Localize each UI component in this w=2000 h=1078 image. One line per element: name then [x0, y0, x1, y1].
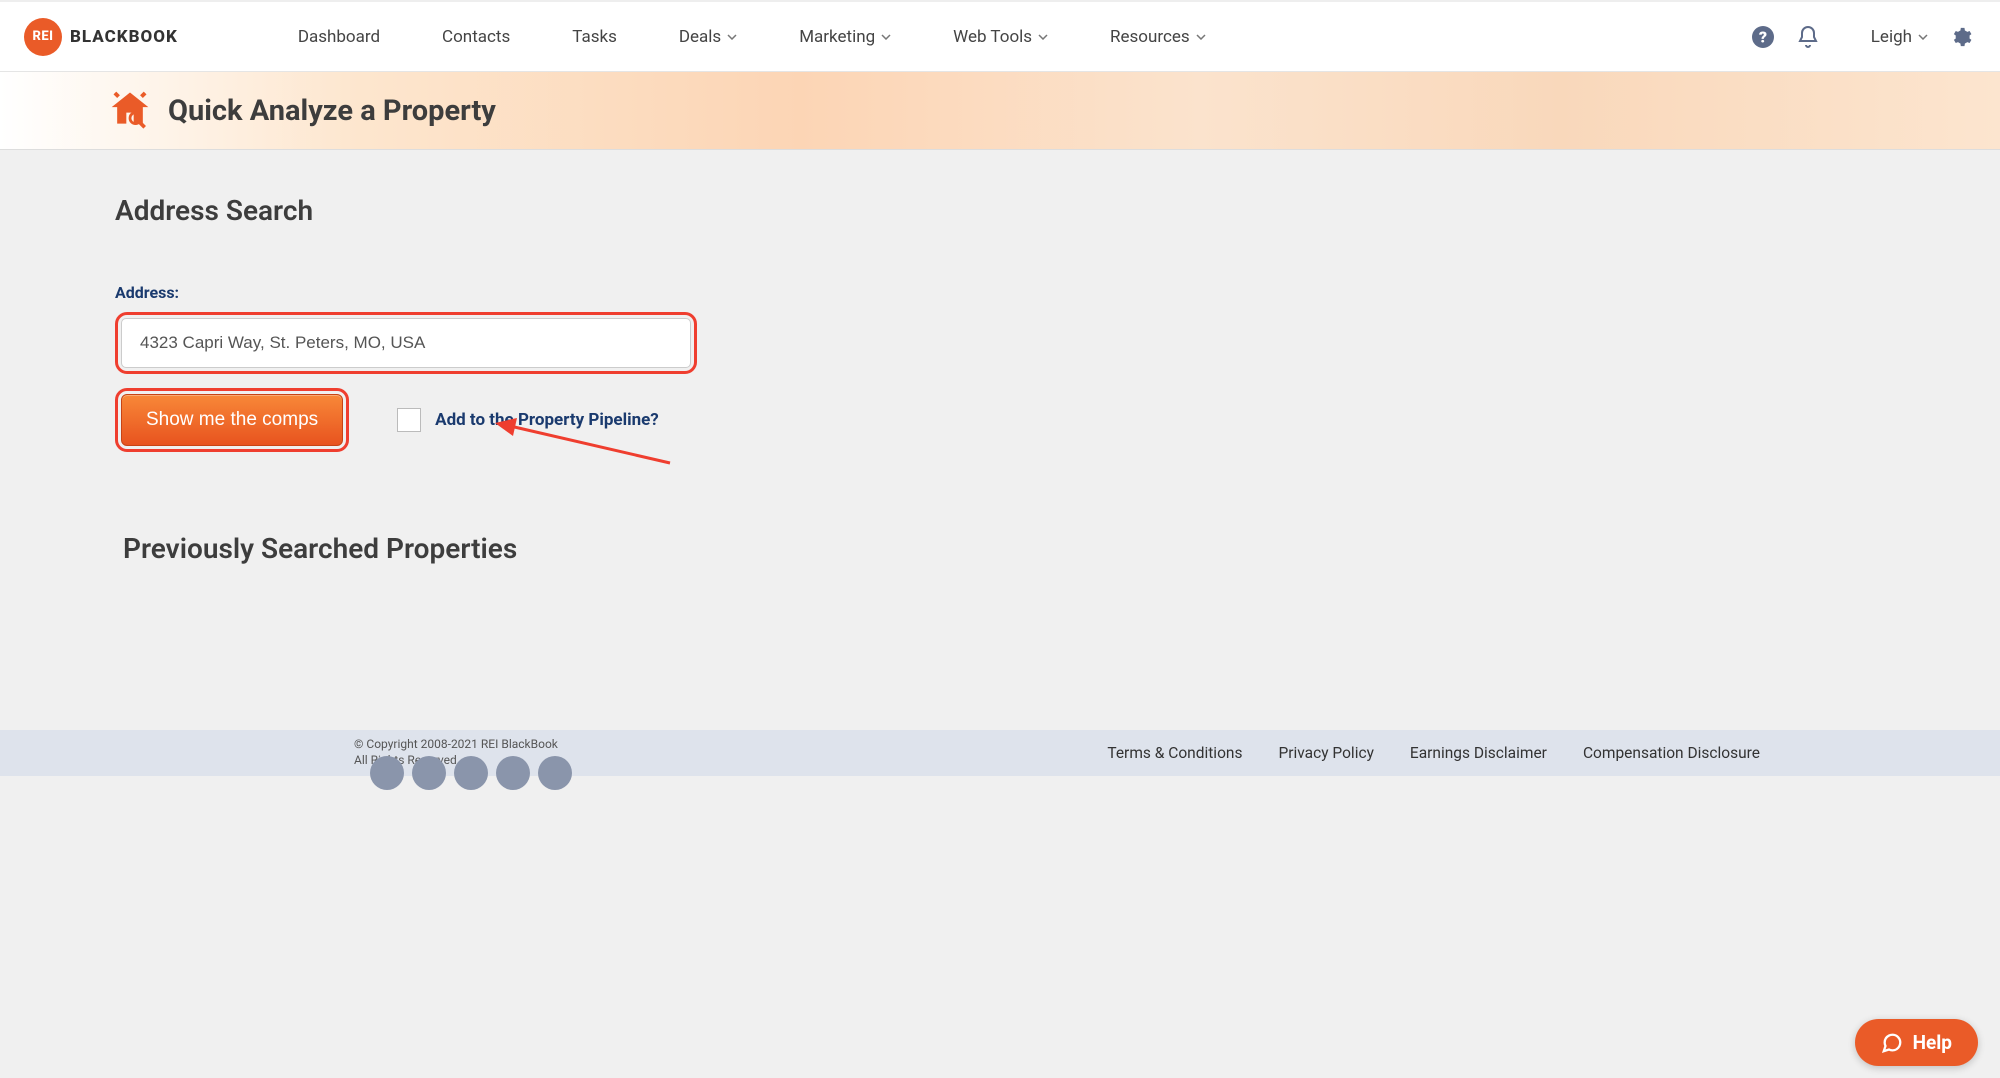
social-icon[interactable] — [496, 756, 530, 790]
pipeline-checkbox[interactable] — [397, 408, 421, 432]
nav-right: ? Leigh — [1751, 25, 1972, 49]
nav-contacts[interactable]: Contacts — [442, 27, 510, 47]
arrow-annotation-icon — [495, 418, 675, 478]
footer-link-privacy[interactable]: Privacy Policy — [1278, 744, 1373, 762]
user-name: Leigh — [1871, 27, 1912, 47]
house-search-icon — [108, 87, 152, 135]
chat-icon — [1881, 1032, 1903, 1054]
footer-link-terms[interactable]: Terms & Conditions — [1107, 744, 1242, 762]
help-icon[interactable]: ? — [1751, 25, 1775, 49]
social-icon[interactable] — [538, 756, 572, 790]
nav-deals[interactable]: Deals — [679, 27, 737, 47]
chevron-down-icon — [727, 34, 737, 40]
social-icon[interactable] — [454, 756, 488, 790]
chevron-down-icon — [1918, 34, 1928, 40]
nav-tasks[interactable]: Tasks — [572, 27, 617, 47]
help-fab-button[interactable]: Help — [1855, 1019, 1978, 1066]
comps-button-highlight: Show me the comps — [115, 388, 349, 452]
footer-link-earnings[interactable]: Earnings Disclaimer — [1410, 744, 1547, 762]
logo-text: BLACKBOOK — [70, 27, 178, 47]
nav-web-tools[interactable]: Web Tools — [953, 27, 1048, 47]
nav-label: Resources — [1110, 27, 1190, 47]
address-label: Address: — [115, 283, 2000, 302]
chevron-down-icon — [881, 34, 891, 40]
nav-marketing[interactable]: Marketing — [799, 27, 891, 47]
social-icon[interactable] — [370, 756, 404, 790]
page-title: Quick Analyze a Property — [168, 94, 496, 128]
help-fab-label: Help — [1913, 1031, 1952, 1054]
page-hero: Quick Analyze a Property — [0, 72, 2000, 150]
nav-label: Web Tools — [953, 27, 1032, 47]
footer-link-compensation[interactable]: Compensation Disclosure — [1583, 744, 1760, 762]
previously-searched-heading: Previously Searched Properties — [123, 532, 2000, 565]
svg-text:?: ? — [1759, 27, 1767, 46]
main-content: Address Search Address: Show me the comp… — [0, 150, 2000, 730]
gear-icon[interactable] — [1950, 26, 1972, 48]
action-row: Show me the comps Add to the Property Pi… — [115, 388, 2000, 452]
logo-badge: REI — [24, 18, 62, 56]
top-navigation: REI BLACKBOOK Dashboard Contacts Tasks D… — [0, 0, 2000, 72]
address-input[interactable] — [121, 318, 691, 368]
social-icon[interactable] — [412, 756, 446, 790]
brand-logo[interactable]: REI BLACKBOOK — [24, 18, 178, 56]
footer-links: Terms & Conditions Privacy Policy Earnin… — [1107, 744, 1760, 762]
chevron-down-icon — [1038, 34, 1048, 40]
nav-dashboard[interactable]: Dashboard — [298, 27, 380, 47]
nav-label: Contacts — [442, 27, 510, 47]
nav-label: Tasks — [572, 27, 617, 47]
social-icons — [370, 756, 572, 790]
chevron-down-icon — [1196, 34, 1206, 40]
user-menu[interactable]: Leigh — [1871, 27, 1928, 47]
show-comps-button[interactable]: Show me the comps — [121, 394, 343, 446]
nav-resources[interactable]: Resources — [1110, 27, 1206, 47]
nav-label: Dashboard — [298, 27, 380, 47]
bell-icon[interactable] — [1797, 25, 1819, 49]
footer: © Copyright 2008-2021 REI BlackBook All … — [0, 730, 2000, 776]
address-input-highlight — [115, 312, 697, 374]
nav-label: Marketing — [799, 27, 875, 47]
nav-items: Dashboard Contacts Tasks Deals Marketing… — [298, 27, 1721, 47]
nav-label: Deals — [679, 27, 721, 47]
address-search-heading: Address Search — [115, 194, 2000, 227]
copyright-line1: © Copyright 2008-2021 REI BlackBook — [354, 737, 558, 753]
